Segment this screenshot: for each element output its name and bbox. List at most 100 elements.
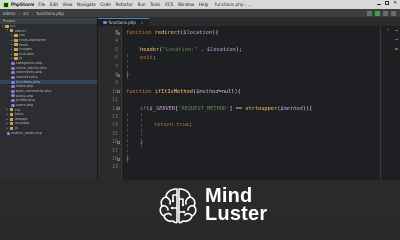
line-number: 4 bbox=[114, 38, 118, 45]
fold-icon[interactable] bbox=[117, 140, 120, 144]
line-number: 15 bbox=[111, 130, 118, 137]
brand-line-2: Luster bbox=[205, 203, 268, 225]
folder-icon bbox=[14, 48, 18, 52]
code-line[interactable]: function redirect($location){ bbox=[126, 29, 219, 37]
fold-icon[interactable] bbox=[117, 73, 120, 77]
code-token: ifItIsMethod bbox=[154, 88, 193, 95]
chevron-right-icon[interactable]: ▸ bbox=[7, 126, 10, 130]
menu-item-edit[interactable]: Edit bbox=[50, 2, 58, 7]
breadcrumb-separator-icon: › bbox=[18, 10, 21, 16]
code-token: $location bbox=[183, 30, 213, 36]
menu-item-run[interactable]: Run bbox=[138, 2, 146, 7]
chevron-right-icon[interactable]: ▸ bbox=[7, 108, 10, 111]
minimize-icon[interactable] bbox=[377, 1, 381, 5]
code-token: =null){ bbox=[218, 88, 241, 95]
folder-icon bbox=[14, 52, 18, 56]
code-line[interactable]: exit; bbox=[140, 54, 156, 62]
code-token: ] == bbox=[229, 105, 246, 112]
close-icon[interactable]: ✕ bbox=[393, 1, 397, 6]
inspection-ok-icon[interactable]: ✓ bbox=[386, 28, 390, 33]
menu-item-code[interactable]: Code bbox=[100, 2, 111, 7]
menu-item-file[interactable]: File bbox=[38, 2, 45, 7]
folder-icon bbox=[14, 38, 18, 42]
line-number: 6 bbox=[114, 55, 118, 62]
tree-file[interactable]: author_posts.php bbox=[0, 131, 97, 136]
folder-icon bbox=[9, 122, 14, 126]
chevron-right-icon[interactable]: ▸ bbox=[11, 57, 14, 60]
chevron-right-icon[interactable]: ▸ bbox=[7, 122, 10, 125]
scroll-marker bbox=[395, 30, 398, 32]
folder-icon bbox=[5, 24, 9, 28]
menu-item-tools[interactable]: Tools bbox=[150, 2, 160, 7]
code-token: function bbox=[126, 30, 155, 36]
code-token: exit bbox=[140, 55, 153, 62]
project-tree: ▾ src ▾ admin ▸ css ▸ fonts-awesome ▸ fonts ▸ image… bbox=[0, 24, 97, 135]
breadcrumb-1[interactable]: admin bbox=[3, 11, 16, 16]
indent-guide bbox=[141, 113, 142, 147]
phpstorm-logo-icon bbox=[3, 1, 9, 8]
menu-bar: PhpStorm File Edit View Navigate Code Refacto… bbox=[0, 0, 400, 9]
chevron-right-icon[interactable]: ▸ bbox=[11, 38, 14, 42]
php-file-icon bbox=[103, 20, 107, 25]
code-token: $method bbox=[196, 88, 219, 95]
chevron-right-icon[interactable]: ▸ bbox=[11, 34, 14, 37]
code-editor[interactable]: 3 4 5 6 7 8 9 10 11 12 13 14 15 16 17 18 19 function red… bbox=[98, 26, 400, 180]
chevron-right-icon[interactable]: ▸ bbox=[11, 48, 14, 51]
chevron-right-icon[interactable]: ▸ bbox=[11, 43, 14, 46]
chevron-right-icon[interactable]: ▸ bbox=[11, 52, 14, 56]
line-number: 9 bbox=[114, 80, 118, 87]
menu-item-view[interactable]: View bbox=[63, 2, 73, 7]
line-gutter: 3 4 5 6 7 8 9 10 11 12 13 14 15 16 17 18 19 bbox=[98, 26, 122, 180]
chevron-down-icon[interactable]: ▾ bbox=[7, 29, 10, 32]
chevron-right-icon[interactable]: ▸ bbox=[7, 112, 10, 116]
code-token: ; bbox=[189, 122, 193, 129]
editor-tab-functions[interactable]: functions.php ✕ bbox=[98, 18, 149, 26]
folder-icon bbox=[9, 126, 14, 130]
brand-wordmark: Mind Luster bbox=[205, 186, 268, 225]
maximize-icon[interactable] bbox=[385, 1, 389, 5]
code-line[interactable]: header("Location:" . $location); bbox=[140, 46, 242, 54]
code-token: "Location:" bbox=[162, 46, 198, 53]
menu-items: File Edit View Navigate Code Refactor Run Tools… bbox=[38, 2, 213, 7]
php-file-icon bbox=[11, 75, 15, 79]
debug-icon[interactable] bbox=[383, 11, 388, 16]
chevron-right-icon[interactable]: ▸ bbox=[7, 117, 10, 121]
breadcrumb-2[interactable]: src bbox=[23, 11, 29, 16]
fold-icon[interactable] bbox=[117, 157, 120, 161]
code-line[interactable]: if($_SERVER['REQUEST_METHOD'] == strtoup… bbox=[140, 105, 312, 113]
code-token: )){ bbox=[302, 105, 313, 112]
php-file-icon bbox=[11, 71, 15, 75]
tree-item-label: author_posts.php bbox=[11, 130, 42, 135]
code-token: $location bbox=[207, 46, 236, 53]
run-config-icon[interactable] bbox=[367, 11, 372, 16]
code-area[interactable]: function redirect($location){ header("Loc… bbox=[124, 26, 400, 180]
menu-item-refactor[interactable]: Refactor bbox=[115, 2, 133, 7]
php-file-icon bbox=[11, 66, 15, 70]
code-line[interactable]: return true; bbox=[154, 121, 192, 129]
chevron-down-icon[interactable]: ▾ bbox=[2, 24, 5, 28]
app-name: PhpStorm bbox=[11, 2, 35, 7]
php-file-icon bbox=[11, 85, 15, 89]
breadcrumb-separator-icon: › bbox=[32, 10, 34, 16]
fold-icon[interactable] bbox=[117, 90, 120, 94]
code-token: . bbox=[197, 46, 208, 53]
document-title: functions.php - ... bbox=[214, 2, 252, 7]
menu-item-help[interactable]: Help bbox=[199, 2, 209, 7]
breadcrumb-3[interactable]: functions.php bbox=[37, 11, 64, 16]
fold-icon[interactable] bbox=[117, 107, 120, 111]
code-line[interactable]: function ifItIsMethod($method=null){ bbox=[126, 88, 241, 96]
brand-logo: Mind Luster bbox=[157, 184, 267, 226]
search-icon[interactable] bbox=[391, 11, 396, 16]
project-panel: Project ▾ src ▾ admin ▸ css ▸ fonts-awesome ▸ fon… bbox=[0, 18, 98, 180]
line-number: 11 bbox=[111, 97, 118, 104]
fold-icon[interactable] bbox=[117, 31, 120, 35]
menu-item-window[interactable]: Window bbox=[178, 2, 195, 7]
menu-item-navigate[interactable]: Navigate bbox=[77, 2, 96, 7]
scrollbar-markers[interactable] bbox=[395, 30, 398, 176]
brain-logo-icon bbox=[159, 188, 197, 224]
run-icon[interactable] bbox=[375, 11, 380, 16]
php-file-icon bbox=[11, 99, 15, 103]
php-file-icon bbox=[11, 94, 15, 98]
code-token: 'REQUEST_METHOD' bbox=[178, 105, 230, 112]
menu-item-vcs[interactable]: VCS bbox=[165, 2, 173, 7]
